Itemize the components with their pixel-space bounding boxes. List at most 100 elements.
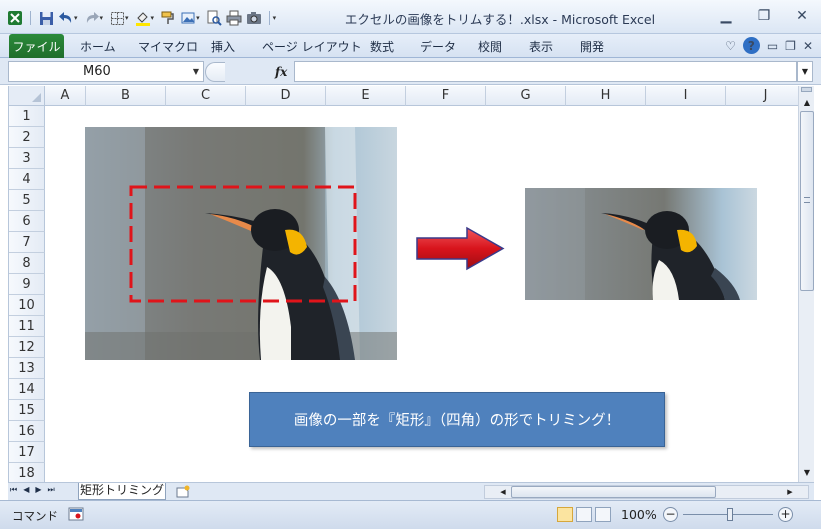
picture-icon[interactable] <box>179 9 197 27</box>
tab-home[interactable]: ホーム <box>80 38 116 55</box>
row-header-11[interactable]: 11 <box>9 316 45 337</box>
tab-view[interactable]: 表示 <box>529 38 553 55</box>
print-icon[interactable] <box>225 9 243 27</box>
scroll-down-icon[interactable]: ▼ <box>800 465 814 480</box>
fill-color-dropdown-icon[interactable]: ▾ <box>151 14 155 22</box>
zoom-slider-thumb[interactable] <box>727 508 733 521</box>
column-header-h[interactable]: H <box>566 86 646 106</box>
column-header-b[interactable]: B <box>86 86 166 106</box>
row-header-5[interactable]: 5 <box>9 190 45 211</box>
excel-logo-icon[interactable] <box>6 9 24 27</box>
scroll-left-icon[interactable]: ◀ <box>497 486 509 498</box>
workbook-minimize-icon[interactable]: ▭ <box>767 39 778 53</box>
tab-developer[interactable]: 開発 <box>580 38 604 55</box>
page-break-view-icon[interactable] <box>595 507 611 522</box>
tab-page-layout[interactable]: ページ レイアウト <box>262 38 362 55</box>
next-sheet-icon[interactable]: ▶ <box>35 485 41 495</box>
column-header-e[interactable]: E <box>326 86 406 106</box>
formula-input[interactable] <box>294 61 797 82</box>
trimmed-penguin-picture[interactable] <box>525 188 757 300</box>
page-layout-view-icon[interactable] <box>576 507 592 522</box>
name-box[interactable]: M60 ▼ <box>8 61 204 82</box>
camera-icon[interactable] <box>245 9 263 27</box>
row-header-2[interactable]: 2 <box>9 127 45 148</box>
zoom-out-button[interactable]: − <box>663 507 678 522</box>
row-header-18[interactable]: 18 <box>9 463 45 482</box>
scroll-up-icon[interactable]: ▲ <box>800 95 814 110</box>
row-header-6[interactable]: 6 <box>9 211 45 232</box>
scroll-right-icon[interactable]: ▶ <box>784 486 796 498</box>
trimming-callout-box[interactable]: 画像の一部を『矩形』（四角）の形でトリミング！ <box>249 392 665 447</box>
row-header-13[interactable]: 13 <box>9 358 45 379</box>
toolbar-separator <box>268 11 270 25</box>
undo-icon[interactable] <box>57 9 75 27</box>
print-preview-icon[interactable] <box>205 9 223 27</box>
row-header-14[interactable]: 14 <box>9 379 45 400</box>
right-arrow-shape[interactable] <box>415 226 505 274</box>
redo-dropdown-icon[interactable]: ▾ <box>100 14 104 22</box>
horizontal-scrollbar[interactable]: ◀ ▶ <box>484 485 809 499</box>
ribbon-minimize-chevron-icon[interactable]: ♡ <box>725 39 736 53</box>
row-header-8[interactable]: 8 <box>9 253 45 274</box>
row-header-16[interactable]: 16 <box>9 421 45 442</box>
row-header-12[interactable]: 12 <box>9 337 45 358</box>
customize-toolbar-icon[interactable]: ▾ <box>273 14 277 22</box>
insert-sheet-icon[interactable] <box>172 484 194 499</box>
name-box-dropdown-icon[interactable]: ▼ <box>193 62 199 81</box>
format-painter-icon[interactable] <box>159 9 177 27</box>
row-header-15[interactable]: 15 <box>9 400 45 421</box>
split-box-handle[interactable] <box>801 87 812 92</box>
zoom-in-button[interactable]: + <box>778 507 793 522</box>
row-header-9[interactable]: 9 <box>9 274 45 295</box>
quick-access-toolbar: ▾ ▾ ▾ ▾ ▾ ▾ <box>6 8 279 28</box>
vertical-scrollbar[interactable]: ▲ ▼ <box>798 86 814 482</box>
tab-file[interactable]: ファイル <box>9 34 64 58</box>
row-header-17[interactable]: 17 <box>9 442 45 463</box>
row-header-7[interactable]: 7 <box>9 232 45 253</box>
sheet-tab-active[interactable]: 矩形トリミング <box>78 483 166 500</box>
undo-dropdown-icon[interactable]: ▾ <box>74 14 78 22</box>
row-header-3[interactable]: 3 <box>9 148 45 169</box>
help-icon[interactable]: ? <box>742 37 760 54</box>
workbook-close-icon[interactable]: ✕ <box>803 39 813 53</box>
formula-bar-handle[interactable] <box>205 61 225 82</box>
column-header-i[interactable]: I <box>646 86 726 106</box>
column-header-g[interactable]: G <box>486 86 566 106</box>
tab-review[interactable]: 校閲 <box>478 38 502 55</box>
fill-color-icon[interactable] <box>134 9 152 27</box>
column-header-d[interactable]: D <box>246 86 326 106</box>
previous-sheet-icon[interactable]: ◀ <box>23 485 29 495</box>
vertical-scroll-thumb[interactable] <box>800 111 814 291</box>
column-header-a[interactable]: A <box>45 86 86 106</box>
tab-formulas[interactable]: 数式 <box>370 38 394 55</box>
column-header-c[interactable]: C <box>166 86 246 106</box>
record-macro-icon[interactable] <box>68 507 84 521</box>
insert-function-button[interactable]: fx <box>275 65 287 79</box>
row-header-1[interactable]: 1 <box>9 106 45 127</box>
original-penguin-picture[interactable] <box>85 127 397 360</box>
worksheet-grid[interactable]: A B C D E F G H I J 1 2 3 4 5 6 7 8 9 10… <box>8 86 798 482</box>
restore-icon[interactable]: ❐ <box>753 6 775 26</box>
zoom-level[interactable]: 100% <box>621 507 657 522</box>
minimize-icon[interactable]: ▁ <box>715 6 737 26</box>
normal-view-icon[interactable] <box>557 507 573 522</box>
picture-dropdown-icon[interactable]: ▾ <box>196 14 200 22</box>
tab-insert[interactable]: 挿入 <box>211 38 235 55</box>
row-header-4[interactable]: 4 <box>9 169 45 190</box>
borders-icon[interactable] <box>108 9 126 27</box>
horizontal-scroll-thumb[interactable] <box>511 486 716 498</box>
tab-my-macro[interactable]: マイマクロ <box>138 38 198 55</box>
last-sheet-icon[interactable]: ⏭ <box>48 485 55 495</box>
first-sheet-icon[interactable]: ⏮ <box>10 485 17 495</box>
save-icon[interactable] <box>37 9 55 27</box>
redo-icon[interactable] <box>83 9 101 27</box>
column-header-j[interactable]: J <box>726 86 798 106</box>
row-header-10[interactable]: 10 <box>9 295 45 316</box>
tab-data[interactable]: データ <box>420 38 456 55</box>
select-all-corner[interactable] <box>9 86 45 106</box>
close-icon[interactable]: ✕ <box>791 6 813 26</box>
workbook-restore-icon[interactable]: ❐ <box>785 39 796 53</box>
column-header-f[interactable]: F <box>406 86 486 106</box>
expand-formula-bar-icon[interactable]: ▼ <box>797 61 813 82</box>
borders-dropdown-icon[interactable]: ▾ <box>125 14 129 22</box>
